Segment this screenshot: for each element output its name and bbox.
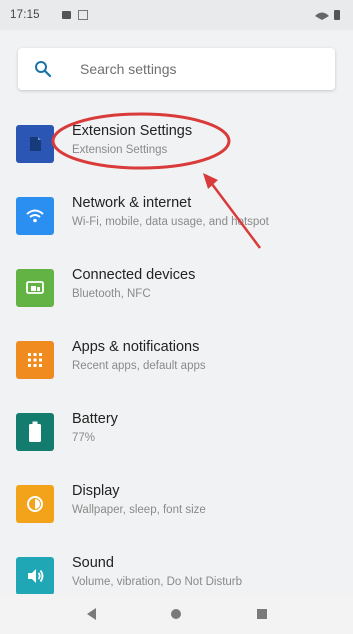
battery-icon [16, 413, 54, 451]
settings-item-title: Apps & notifications [72, 339, 200, 355]
search-placeholder: Search settings [80, 61, 177, 77]
navigation-bar [0, 594, 353, 634]
settings-item-title: Network & internet [72, 195, 192, 211]
settings-item-subtitle: 77% [72, 432, 96, 444]
settings-item-title: Connected devices [72, 267, 196, 283]
back-icon[interactable] [82, 604, 102, 624]
status-time: 17:15 [10, 9, 40, 21]
settings-item-subtitle: Extension Settings [72, 144, 168, 156]
search-bar[interactable]: Search settings [18, 48, 335, 90]
extension-icon [16, 125, 54, 163]
settings-item-title: Sound [72, 555, 114, 571]
sound-icon [16, 557, 54, 595]
settings-item-subtitle: Bluetooth, NFC [72, 288, 151, 300]
settings-item-title: Display [72, 483, 120, 499]
status-bar: 17:15 [0, 0, 353, 30]
connected-devices-icon [16, 269, 54, 307]
settings-item-apps[interactable]: Apps & notifications Recent apps, defaul… [0, 324, 353, 396]
settings-item-subtitle: Volume, vibration, Do Not Disturb [72, 576, 243, 588]
settings-item-subtitle: Wi-Fi, mobile, data usage, and hotspot [72, 216, 269, 228]
home-icon[interactable] [166, 604, 186, 624]
settings-item-display[interactable]: Display Wallpaper, sleep, font size [0, 468, 353, 540]
status-signal-battery [313, 8, 343, 22]
media-notification-icon [78, 10, 88, 20]
settings-item-title: Battery [72, 411, 118, 427]
settings-item-subtitle: Recent apps, default apps [72, 360, 206, 372]
settings-item-title: Extension Settings [72, 123, 193, 139]
recents-icon[interactable] [252, 604, 272, 624]
settings-item-extension[interactable]: Extension Settings Extension Settings [0, 108, 353, 180]
apps-icon [16, 341, 54, 379]
search-icon [34, 60, 52, 78]
display-icon [16, 485, 54, 523]
settings-item-network[interactable]: Network & internet Wi-Fi, mobile, data u… [0, 180, 353, 252]
settings-item-battery[interactable]: Battery 77% [0, 396, 353, 468]
settings-item-connected-devices[interactable]: Connected devices Bluetooth, NFC [0, 252, 353, 324]
wifi-icon [16, 197, 54, 235]
settings-item-subtitle: Wallpaper, sleep, font size [72, 504, 206, 516]
notification-icon [62, 11, 71, 19]
